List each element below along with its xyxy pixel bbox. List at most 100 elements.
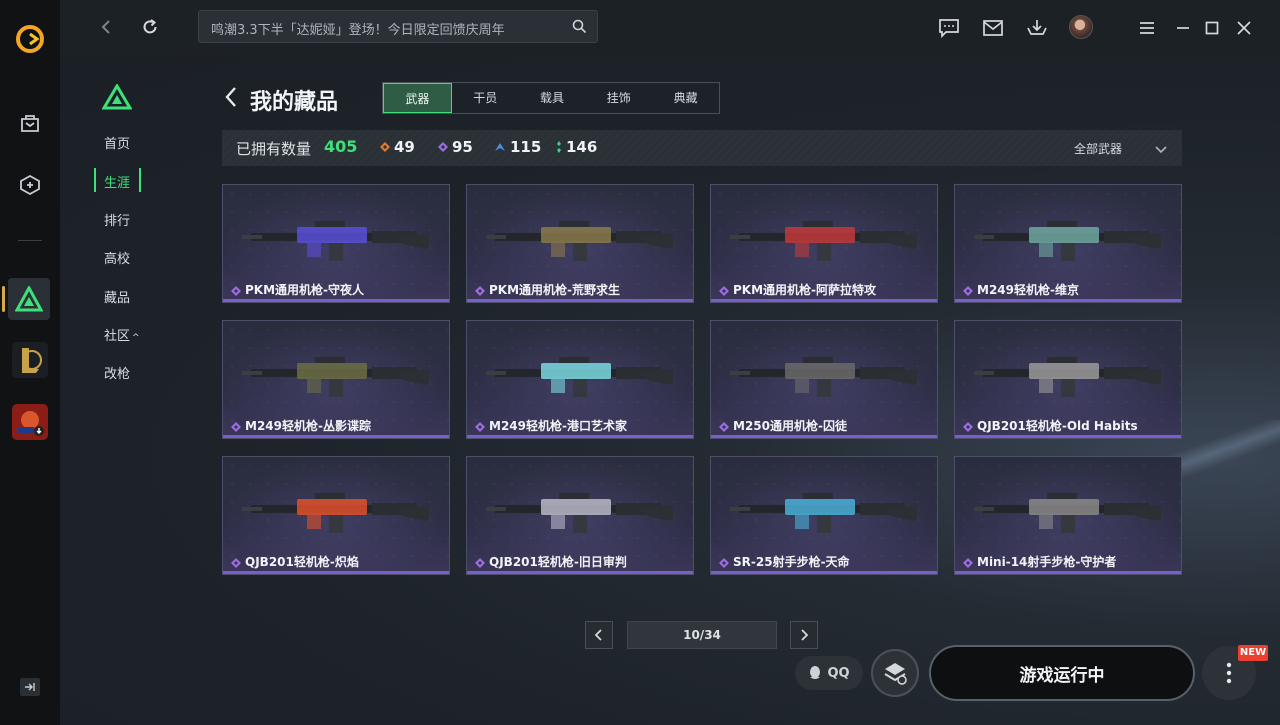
chevron-right-icon [801,629,809,641]
search-input[interactable]: 鸣潮3.3下半「达妮娅」登场！今日限定回馈庆周年 [198,10,598,43]
category-tabs: 武器 干员 载具 挂饰 典藏 [382,82,720,114]
tier-orange-stat: 49 [380,138,415,156]
search-placeholder: 鸣潮3.3下半「达妮娅」登场！今日限定回馈庆周年 [211,23,505,38]
nav-item-ranking[interactable]: 排行 [104,210,130,229]
rarity-diamond-icon [231,422,241,432]
page-title: 我的藏品 [250,90,339,115]
chat-icon[interactable] [937,16,961,40]
weapon-card[interactable]: Mini-14射手步枪-守护者 [954,456,1182,575]
rarity-bar [955,299,1181,302]
rarity-bar [223,299,449,302]
league-of-legends-app-icon[interactable] [12,342,48,378]
owned-count-total: 405 [324,137,358,156]
rarity-bar [955,571,1181,574]
minimize-icon[interactable] [1171,16,1195,40]
weapon-name: PKM通用机枪-荒野求生 [489,283,621,297]
vertical-dots-icon [1226,662,1232,684]
delta-force-app-icon[interactable] [8,278,50,320]
weapon-name: M250通用机枪-囚徒 [733,419,847,433]
accelerator-button[interactable] [871,649,919,697]
rarity-bar [223,571,449,574]
rarity-diamond-icon [963,286,973,296]
weapon-filter-dropdown[interactable]: 全部武器 [1074,140,1122,157]
tier-blue-icon [495,143,505,151]
close-icon[interactable] [1232,16,1256,40]
tier-green-icon [557,141,561,153]
tab-operators[interactable]: 干员 [452,83,519,113]
page-back-button[interactable] [224,86,238,112]
nav-item-career[interactable]: 生涯 [104,172,130,191]
tab-collection[interactable]: 典藏 [652,83,719,113]
tier-purple-stat: 95 [438,138,473,156]
nav-item-gunsmith[interactable]: 改枪 [104,363,130,382]
weapon-card[interactable]: QJB201轻机枪-炽焰 [222,456,450,575]
nba-online-app-icon[interactable] [12,404,48,440]
rarity-bar [955,435,1181,438]
weapon-image [730,221,917,261]
user-avatar[interactable] [1069,15,1093,39]
chevron-left-icon [594,629,602,641]
weapon-name: QJB201轻机枪-炽焰 [245,555,359,569]
tab-charms[interactable]: 挂饰 [585,83,652,113]
back-nav-button[interactable] [93,14,119,40]
weapon-card[interactable]: QJB201轻机枪-Old Habits [954,320,1182,439]
rarity-diamond-icon [475,286,485,296]
rarity-diamond-icon [475,422,485,432]
tier-purple-count: 95 [452,138,473,156]
nav-item-community-label: 社区 [104,329,131,344]
weapon-card[interactable]: SR-25射手步枪-天命 [710,456,938,575]
rarity-bar [467,299,693,302]
menu-icon[interactable] [1135,16,1159,40]
top-bar: 鸣潮3.3下半「达妮娅」登场！今日限定回馈庆周年 [60,0,1280,54]
client-logo-icon[interactable] [15,24,45,54]
prev-page-button[interactable] [585,621,613,649]
collapse-rail-icon[interactable] [20,678,40,696]
next-page-button[interactable] [790,621,818,649]
delta-force-logo-icon [101,83,133,114]
owned-count-label: 已拥有数量 [236,140,312,158]
weapon-name: M249轻机枪-丛影谍踪 [245,419,371,433]
tier-green-count: 146 [566,138,598,156]
maximize-icon[interactable] [1200,16,1224,40]
weapon-card[interactable]: M249轻机枪-维京 [954,184,1182,303]
rarity-diamond-icon [963,558,973,568]
rarity-diamond-icon [719,286,729,296]
chevron-down-icon[interactable] [1154,140,1168,159]
tier-purple-icon [438,142,448,152]
weapon-card[interactable]: M249轻机枪-港口艺术家 [466,320,694,439]
weapon-card[interactable]: PKM通用机枪-守夜人 [222,184,450,303]
weapon-name: M249轻机枪-港口艺术家 [489,419,627,433]
search-icon[interactable] [572,19,587,38]
qq-account-button[interactable]: QQ [795,656,863,690]
rarity-bar [467,435,693,438]
launch-game-button[interactable]: 游戏运行中 [929,645,1195,701]
weapon-card[interactable]: QJB201轻机枪-旧日审判 [466,456,694,575]
new-badge: NEW [1238,645,1268,661]
weapon-card[interactable]: M249轻机枪-丛影谍踪 [222,320,450,439]
tab-vehicles[interactable]: 载具 [519,83,586,113]
weapon-card[interactable]: M250通用机枪-囚徒 [710,320,938,439]
rarity-diamond-icon [963,422,973,432]
rarity-diamond-icon [475,558,485,568]
weapon-image [974,221,1161,261]
tier-orange-count: 49 [394,138,415,156]
tab-weapons[interactable]: 武器 [383,83,452,113]
weapon-name: QJB201轻机枪-Old Habits [977,419,1138,433]
refresh-icon[interactable] [137,14,163,40]
nav-item-collection[interactable]: 藏品 [104,287,130,306]
nav-item-college[interactable]: 高校 [104,248,130,267]
weapon-image [486,221,673,261]
nav-item-home[interactable]: 首页 [104,133,130,152]
weapon-name: PKM通用机枪-守夜人 [245,283,365,297]
weapon-card[interactable]: PKM通用机枪-阿萨拉特攻 [710,184,938,303]
tier-green-stat: 146 [556,138,597,156]
store-bag-icon[interactable] [15,108,45,138]
weapon-card[interactable]: PKM通用机枪-荒野求生 [466,184,694,303]
nav-item-community[interactable]: 社区 ^ [104,325,140,344]
download-icon[interactable] [1025,16,1049,40]
weapon-image [974,357,1161,397]
mail-icon[interactable] [981,16,1005,40]
game-controller-icon[interactable] [15,170,45,200]
weapon-image [242,221,429,261]
weapon-image [486,493,673,533]
